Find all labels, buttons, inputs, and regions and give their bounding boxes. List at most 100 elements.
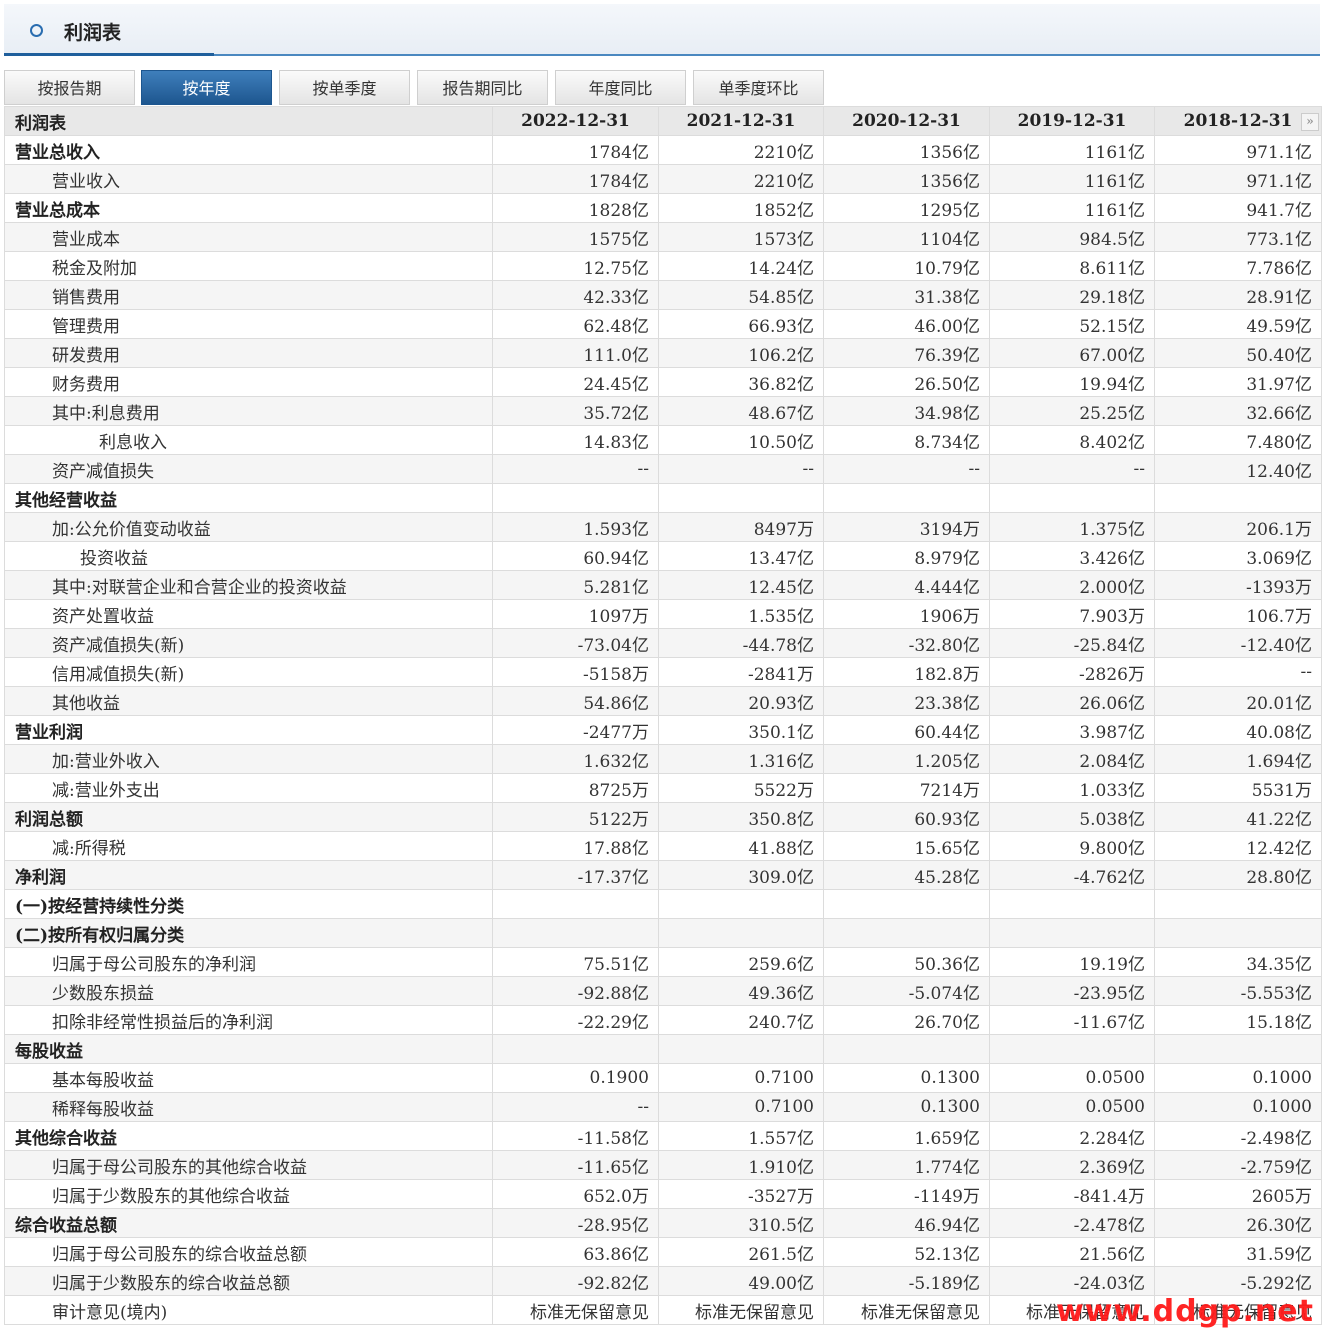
row-value: 10.79亿: [823, 251, 990, 281]
row-value: 1161亿: [989, 193, 1155, 223]
table-row: 加:营业外收入 1.632亿 1.316亿 1.205亿 2.084亿 1.694亿: [4, 744, 1322, 774]
row-value: -5.553亿: [1154, 976, 1322, 1006]
column-header-date: 2019-12-31: [989, 106, 1155, 136]
table-row: 归属于少数股东的其他综合收益 652.0万 -3527万 -1149万 -841.4万 2…: [4, 1179, 1322, 1209]
table-row: 减:所得税 17.88亿 41.88亿 15.65亿 9.800亿 12.42亿: [4, 831, 1322, 861]
row-value: [658, 1034, 824, 1064]
table-row: 财务费用 24.45亿 36.82亿 26.50亿 19.94亿 31.97亿: [4, 367, 1322, 397]
row-value: 26.70亿: [823, 1005, 990, 1035]
row-value: 1104亿: [823, 222, 990, 252]
row-value: 45.28亿: [823, 860, 990, 890]
row-value: 66.93亿: [658, 309, 824, 339]
row-value: 2.284亿: [989, 1121, 1155, 1151]
row-value: 46.94亿: [823, 1208, 990, 1238]
row-label: 营业总收入: [4, 135, 493, 165]
row-value: 2210亿: [658, 135, 824, 165]
row-label: 稀释每股收益: [4, 1092, 493, 1122]
row-value: 32.66亿: [1154, 396, 1322, 426]
row-value: -5.189亿: [823, 1266, 990, 1296]
row-value: 1097万: [492, 599, 659, 629]
double-chevron-right-icon[interactable]: »: [1301, 113, 1319, 131]
row-value: 15.18亿: [1154, 1005, 1322, 1035]
row-value: 63.86亿: [492, 1237, 659, 1267]
table-row: 营业总收入 1784亿 2210亿 1356亿 1161亿 971.1亿: [4, 135, 1322, 165]
row-value: 52.13亿: [823, 1237, 990, 1267]
row-value: 19.19亿: [989, 947, 1155, 977]
row-label: 营业收入: [4, 164, 493, 194]
row-value: -92.82亿: [492, 1266, 659, 1296]
row-label: (二)按所有权归属分类: [4, 918, 493, 948]
row-label: 综合收益总额: [4, 1208, 493, 1238]
row-value: 0.1900: [492, 1063, 659, 1093]
tab-by-report-period[interactable]: 按报告期: [4, 70, 135, 105]
row-value: 5122万: [492, 802, 659, 832]
row-label: 加:营业外收入: [4, 744, 493, 774]
row-value: 5.038亿: [989, 802, 1155, 832]
table-row: 归属于母公司股东的其他综合收益 -11.65亿 1.910亿 1.774亿 2.369亿…: [4, 1150, 1322, 1180]
row-label: 加:公允价值变动收益: [4, 512, 493, 542]
row-value: 标准无保留意见: [492, 1295, 659, 1325]
row-value: [989, 483, 1155, 513]
row-value: 23.38亿: [823, 686, 990, 716]
row-value: -22.29亿: [492, 1005, 659, 1035]
row-value: -11.67亿: [989, 1005, 1155, 1035]
row-value: 106.2亿: [658, 338, 824, 368]
row-value: 1.316亿: [658, 744, 824, 774]
row-value: 50.40亿: [1154, 338, 1322, 368]
row-value: 1784亿: [492, 135, 659, 165]
tab-annual-yoy[interactable]: 年度同比: [555, 70, 686, 105]
column-header-date: 2020-12-31: [823, 106, 990, 136]
tab-by-single-quarter[interactable]: 按单季度: [279, 70, 410, 105]
row-label: 审计意见(境内): [4, 1295, 493, 1325]
row-value: 12.42亿: [1154, 831, 1322, 861]
row-value: 0.1300: [823, 1092, 990, 1122]
row-value: -5.074亿: [823, 976, 990, 1006]
row-value: 49.59亿: [1154, 309, 1322, 339]
row-value: 1573亿: [658, 222, 824, 252]
table-row: 资产减值损失(新) -73.04亿 -44.78亿 -32.80亿 -25.84亿 -12…: [4, 628, 1322, 658]
row-value: 1.694亿: [1154, 744, 1322, 774]
row-label: 归属于母公司股东的净利润: [4, 947, 493, 977]
row-value: [1154, 483, 1322, 513]
row-value: 36.82亿: [658, 367, 824, 397]
row-label: 销售费用: [4, 280, 493, 310]
row-value: -24.03亿: [989, 1266, 1155, 1296]
row-value: 2605万: [1154, 1179, 1322, 1209]
row-value: 240.7亿: [658, 1005, 824, 1035]
row-label: 其他综合收益: [4, 1121, 493, 1151]
row-label: 资产减值损失: [4, 454, 493, 484]
row-value: 1161亿: [989, 164, 1155, 194]
row-value: [823, 483, 990, 513]
row-value: 24.45亿: [492, 367, 659, 397]
row-value: 7.786亿: [1154, 251, 1322, 281]
row-value: [492, 1034, 659, 1064]
row-value: 50.36亿: [823, 947, 990, 977]
row-value: 259.6亿: [658, 947, 824, 977]
table-row: 归属于母公司股东的净利润 75.51亿 259.6亿 50.36亿 19.19亿 34.3…: [4, 947, 1322, 977]
row-value: 1295亿: [823, 193, 990, 223]
tab-quarter-qoq[interactable]: 单季度环比: [693, 70, 824, 105]
table-row: 投资收益 60.94亿 13.47亿 8.979亿 3.426亿 3.069亿: [4, 541, 1322, 571]
row-label: 基本每股收益: [4, 1063, 493, 1093]
table-body: 营业总收入 1784亿 2210亿 1356亿 1161亿 971.1亿 营业收入 1784亿…: [4, 135, 1322, 1325]
row-value: -3527万: [658, 1179, 824, 1209]
table-row: 其他综合收益 -11.58亿 1.557亿 1.659亿 2.284亿 -2.498亿: [4, 1121, 1322, 1151]
row-value: 52.15亿: [989, 309, 1155, 339]
row-value: --: [1154, 657, 1322, 687]
row-value: 1.659亿: [823, 1121, 990, 1151]
row-value: 标准无保留意见: [658, 1295, 824, 1325]
row-value: 21.56亿: [989, 1237, 1155, 1267]
tab-by-year[interactable]: 按年度: [141, 70, 272, 105]
row-value: 8725万: [492, 773, 659, 803]
row-label: 财务费用: [4, 367, 493, 397]
row-value: 1356亿: [823, 135, 990, 165]
row-value: 3194万: [823, 512, 990, 542]
row-value: [492, 918, 659, 948]
row-label: 其他经营收益: [4, 483, 493, 513]
row-value: 12.40亿: [1154, 454, 1322, 484]
panel-header: 利润表: [4, 4, 1320, 56]
row-value: 40.08亿: [1154, 715, 1322, 745]
tab-report-period-yoy[interactable]: 报告期同比: [417, 70, 548, 105]
row-value: 8.402亿: [989, 425, 1155, 455]
row-value: -1393万: [1154, 570, 1322, 600]
